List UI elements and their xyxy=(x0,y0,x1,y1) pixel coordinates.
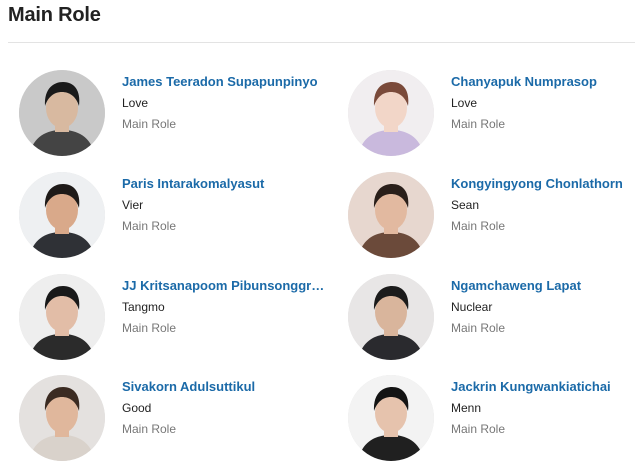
cast-card: Paris Intarakomalyasut Vier Main Role xyxy=(19,168,329,260)
portrait-image xyxy=(348,274,434,360)
actor-avatar[interactable] xyxy=(348,172,434,258)
role-label: Main Role xyxy=(122,422,177,436)
cast-card: Kongyingyong Chonlathorn Sean Main Role xyxy=(348,168,637,260)
actor-avatar[interactable] xyxy=(348,70,434,156)
character-name: Good xyxy=(122,401,152,415)
portrait-image xyxy=(348,172,434,258)
cast-card: James Teeradon Supapunpinyo Love Main Ro… xyxy=(19,66,329,158)
cast-card: Ngamchaweng Lapat Nuclear Main Role xyxy=(348,270,637,362)
cast-card: Jackrin Kungwankiatichai Menn Main Role xyxy=(348,371,637,463)
portrait-image xyxy=(19,274,105,360)
role-label: Main Role xyxy=(451,422,506,436)
role-label: Main Role xyxy=(122,321,177,335)
character-name: Sean xyxy=(451,198,480,212)
character-name: Tangmo xyxy=(122,300,165,314)
role-label: Main Role xyxy=(451,321,506,335)
role-label: Main Role xyxy=(122,117,177,131)
actor-name-link[interactable]: Ngamchaweng Lapat xyxy=(451,278,637,294)
actor-name-link[interactable]: Kongyingyong Chonlathorn xyxy=(451,176,637,192)
actor-name-link[interactable]: James Teeradon Supapunpinyo xyxy=(122,74,327,90)
section-divider xyxy=(8,42,635,43)
role-label: Main Role xyxy=(451,219,506,233)
character-name: Nuclear xyxy=(451,300,493,314)
role-label: Main Role xyxy=(451,117,506,131)
portrait-image xyxy=(348,375,434,461)
actor-avatar[interactable] xyxy=(19,172,105,258)
actor-avatar[interactable] xyxy=(348,274,434,360)
portrait-image xyxy=(19,70,105,156)
actor-avatar[interactable] xyxy=(348,375,434,461)
cast-card: Sivakorn Adulsuttikul Good Main Role xyxy=(19,371,329,463)
cast-card: Chanyapuk Numprasop Love Main Role xyxy=(348,66,637,158)
character-name: Vier xyxy=(122,198,144,212)
actor-avatar[interactable] xyxy=(19,274,105,360)
actor-name-link[interactable]: Chanyapuk Numprasop xyxy=(451,74,637,90)
actor-name-link[interactable]: JJ Kritsanapoom Pibunsonggra... xyxy=(122,278,327,294)
actor-avatar[interactable] xyxy=(19,375,105,461)
character-name: Menn xyxy=(451,401,482,415)
portrait-image xyxy=(348,70,434,156)
actor-avatar[interactable] xyxy=(19,70,105,156)
cast-card: JJ Kritsanapoom Pibunsonggra... Tangmo M… xyxy=(19,270,329,362)
character-name: Love xyxy=(122,96,149,110)
role-label: Main Role xyxy=(122,219,177,233)
character-name: Love xyxy=(451,96,478,110)
section-title: Main Role xyxy=(8,4,101,26)
portrait-image xyxy=(19,375,105,461)
portrait-image xyxy=(19,172,105,258)
actor-name-link[interactable]: Paris Intarakomalyasut xyxy=(122,176,327,192)
actor-name-link[interactable]: Jackrin Kungwankiatichai xyxy=(451,379,637,395)
actor-name-link[interactable]: Sivakorn Adulsuttikul xyxy=(122,379,327,395)
